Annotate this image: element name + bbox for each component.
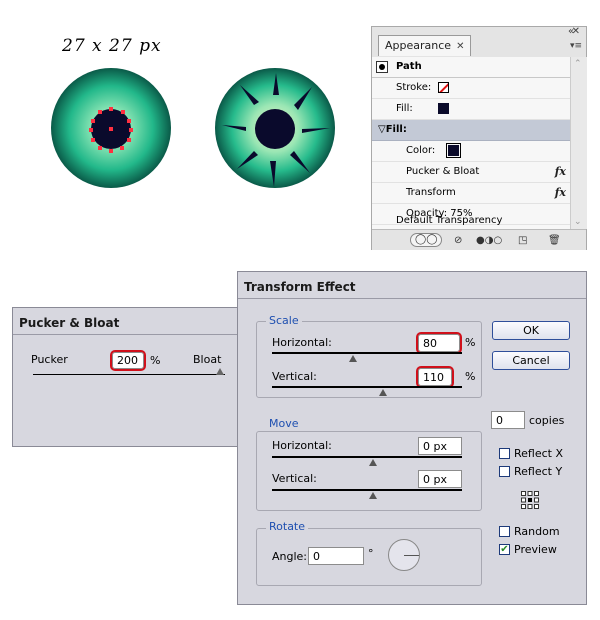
eye-illustrations	[51, 68, 335, 188]
rotate-group-label: Rotate	[266, 520, 309, 533]
random-checkbox[interactable]	[499, 526, 510, 537]
angle-input[interactable]: 0	[308, 547, 364, 565]
pucker-bloat-track[interactable]	[33, 374, 225, 375]
reflect-x-checkbox[interactable]	[499, 448, 510, 459]
angle-dial[interactable]	[388, 539, 420, 571]
transform-effect-title: Transform Effect	[244, 280, 356, 294]
move-horizontal-slider-thumb[interactable]	[369, 459, 377, 466]
tab-close-icon[interactable]: ✕	[456, 41, 464, 52]
reflect-y-label: Reflect Y	[514, 465, 563, 478]
path-thumbnail-icon	[376, 61, 388, 73]
move-horizontal-input[interactable]: 0 px	[418, 437, 462, 455]
pucker-bloat-row[interactable]: Pucker & Bloat fx	[372, 162, 570, 183]
pucker-bloat-title: Pucker & Bloat	[19, 316, 120, 330]
scale-horizontal-track[interactable]	[272, 352, 462, 354]
scroll-up-icon[interactable]: ⌃	[574, 59, 582, 69]
move-vertical-slider-thumb[interactable]	[369, 492, 377, 499]
move-vertical-label: Vertical:	[272, 472, 317, 485]
tab-appearance-label: Appearance	[385, 39, 452, 52]
pucker-unit: %	[150, 354, 161, 367]
color-row[interactable]: Color:	[372, 141, 570, 162]
appearance-tabbar: ✕ « Appearance ✕ ▾≡	[372, 26, 586, 57]
color-swatch-icon[interactable]	[446, 143, 461, 158]
pucker-label: Pucker	[31, 353, 68, 366]
move-group-label: Move	[266, 417, 302, 430]
pupil-right	[255, 109, 295, 149]
color-label: Color:	[406, 145, 436, 156]
move-vertical-input[interactable]: 0 px	[418, 470, 462, 488]
scroll-down-icon[interactable]: ⌄	[574, 217, 582, 227]
scale-horizontal-slider-thumb[interactable]	[349, 355, 357, 362]
clear-appearance-icon[interactable]: ⊘	[454, 235, 462, 246]
copies-input[interactable]: 0	[491, 411, 525, 429]
tab-appearance[interactable]: Appearance ✕	[378, 35, 472, 56]
fill-swatch-icon[interactable]	[438, 103, 449, 114]
bloat-label: Bloat	[193, 353, 222, 366]
scale-vertical-unit: %	[465, 370, 476, 383]
pucker-bloat-label: Pucker & Bloat	[406, 166, 480, 177]
new-art-appearance-icon[interactable]: ◯◯	[410, 233, 443, 247]
path-label: Path	[396, 61, 422, 72]
transform-effect-dialog: Transform Effect Scale Horizontal: 80 % …	[237, 271, 587, 605]
delete-item-icon[interactable]: 🗑	[548, 235, 561, 246]
angle-label: Angle:	[272, 550, 308, 563]
fill-label: Fill:	[396, 103, 413, 114]
preview-checkbox[interactable]: ✔	[499, 544, 510, 555]
scale-vertical-input[interactable]: 110	[416, 366, 454, 388]
transform-label: Transform	[406, 187, 456, 198]
appearance-list: Path Stroke: Fill: ▽Fill: Color: Pucker …	[372, 57, 570, 229]
eye-left	[51, 68, 171, 188]
degree-symbol: °	[368, 547, 374, 560]
preview-label: Preview	[514, 543, 557, 556]
default-transparency-label: Default Transparency	[396, 215, 503, 226]
size-annotation: 27 x 27 px	[62, 36, 162, 56]
fx-icon[interactable]: fx	[555, 162, 566, 182]
ok-button[interactable]: OK	[492, 321, 570, 340]
scale-group-label: Scale	[266, 314, 302, 327]
random-label: Random	[514, 525, 560, 538]
fill-group-row[interactable]: ▽Fill:	[372, 120, 570, 141]
reflect-x-label: Reflect X	[514, 447, 564, 460]
path-row[interactable]: Path	[372, 57, 570, 78]
reduce-to-basic-icon[interactable]: ●◑○	[476, 235, 502, 246]
scale-horizontal-label: Horizontal:	[272, 336, 332, 349]
reference-point-locator-icon[interactable]	[521, 491, 539, 509]
transform-row[interactable]: Transform fx	[372, 183, 570, 204]
panel-menu-icon[interactable]: ▾≡	[570, 41, 582, 51]
scale-vertical-label: Vertical:	[272, 370, 317, 383]
fill-row[interactable]: Fill:	[372, 99, 570, 120]
move-horizontal-track[interactable]	[272, 456, 462, 458]
scale-horizontal-input[interactable]: 80	[416, 332, 462, 354]
stroke-row[interactable]: Stroke:	[372, 78, 570, 99]
appearance-scrollbar[interactable]: ⌃ ⌄	[570, 57, 587, 229]
duplicate-item-icon[interactable]: ◳	[518, 235, 527, 246]
pucker-bloat-value-input[interactable]: 200	[110, 350, 146, 371]
copies-label: copies	[529, 414, 565, 427]
stroke-none-swatch-icon[interactable]	[438, 82, 449, 93]
cancel-button[interactable]: Cancel	[492, 351, 570, 370]
scale-horizontal-unit: %	[465, 336, 476, 349]
pucker-bloat-dialog: Pucker & Bloat Pucker 200 % Bloat	[12, 307, 246, 447]
pucker-bloat-slider-thumb[interactable]	[216, 368, 224, 375]
fill-group-label: ▽Fill:	[378, 124, 407, 135]
appearance-panel: ✕ « Appearance ✕ ▾≡ Path Stroke: Fill: ▽F…	[371, 26, 587, 250]
scale-vertical-track[interactable]	[272, 386, 462, 388]
panel-collapse-icon[interactable]: «	[568, 26, 574, 37]
check-icon: ✔	[500, 544, 509, 555]
move-horizontal-label: Horizontal:	[272, 439, 332, 452]
fx-icon[interactable]: fx	[555, 183, 566, 203]
appearance-toolbar: ◯◯ ⊘ ●◑○ ◳ 🗑	[372, 229, 586, 250]
triangle-down-icon[interactable]: ▽	[378, 124, 386, 135]
eye-right	[215, 68, 335, 188]
move-vertical-track[interactable]	[272, 489, 462, 491]
stroke-label: Stroke:	[396, 82, 432, 93]
scale-vertical-slider-thumb[interactable]	[379, 389, 387, 396]
reflect-y-checkbox[interactable]	[499, 466, 510, 477]
